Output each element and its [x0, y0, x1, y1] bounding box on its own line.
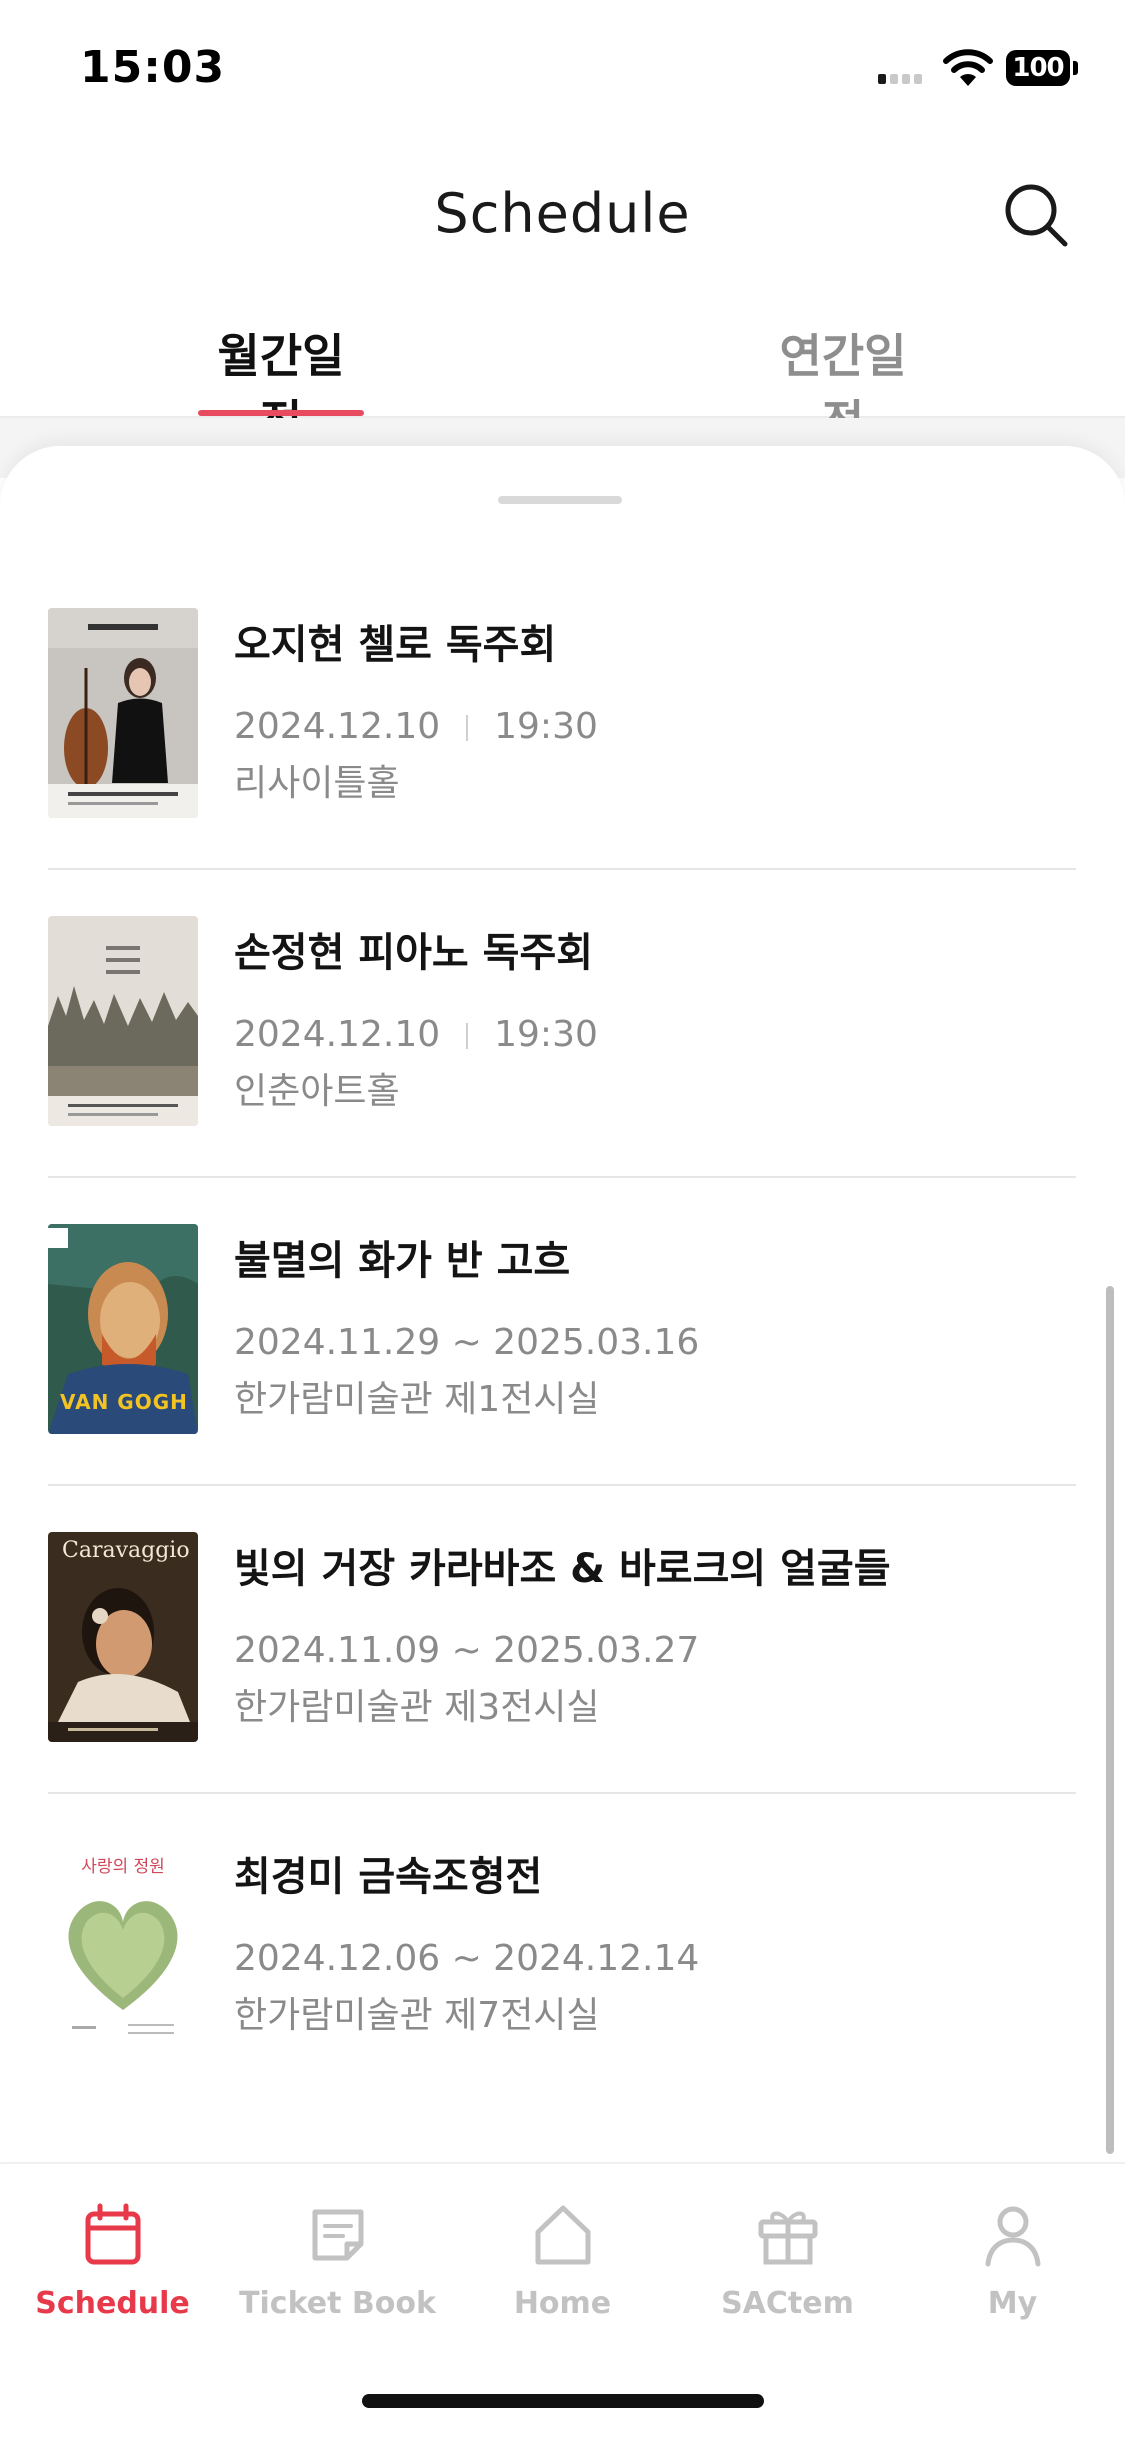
active-tab-indicator	[198, 410, 364, 416]
ticket-book-icon	[312, 2209, 363, 2261]
item-date: 2024.11.29 ~ 2025.03.16	[234, 1322, 700, 1363]
list-item[interactable]: 사랑의 정원 최경미 금속조형전 2024.12.06 ~ 2024.12.14…	[48, 1792, 1076, 2100]
cello-recital-poster	[48, 608, 198, 818]
item-venue: 한가람미술관 제7전시실	[234, 1995, 600, 2036]
status-bar: 15:03 100	[0, 0, 1125, 140]
status-time: 15:03	[80, 42, 226, 93]
nav-label: My	[987, 2286, 1038, 2321]
item-title: 빛의 거장 카라바조 & 바로크의 얼굴들	[234, 1546, 891, 1592]
list-item[interactable]: 손정현 피아노 독주회 2024.12.10 19:30 인춘아트홀	[48, 868, 1076, 1178]
list-item[interactable]: Caravaggio 빛의 거장 카라바조 & 바로크의 얼굴들 2024.11…	[48, 1484, 1076, 1794]
poster-title: 사랑의 정원	[81, 1857, 165, 1877]
date-time-divider	[466, 1023, 469, 1049]
item-date-text: 2024.12.10	[234, 1014, 441, 1055]
page-title: Schedule	[434, 182, 691, 245]
nav-schedule[interactable]: Schedule	[0, 2200, 225, 2321]
item-venue: 한가람미술관 제3전시실	[234, 1687, 600, 1728]
item-time: 19:30	[494, 1014, 598, 1055]
item-title: 불멸의 화가 반 고흐	[234, 1238, 571, 1284]
item-date-text: 2024.12.10	[234, 706, 441, 747]
nav-label: SACtem	[721, 2286, 854, 2321]
gift-icon	[758, 2211, 817, 2265]
home-indicator	[362, 2394, 764, 2408]
nav-my[interactable]: My	[900, 2200, 1125, 2321]
nav-home[interactable]: Home	[450, 2200, 675, 2321]
item-title: 손정현 피아노 독주회	[234, 930, 594, 976]
item-date: 2024.11.09 ~ 2025.03.27	[234, 1630, 700, 1671]
nav-ticket-book[interactable]: Ticket Book	[225, 2200, 450, 2321]
scrollbar[interactable]	[1106, 1286, 1114, 2154]
item-title: 최경미 금속조형전	[234, 1854, 543, 1900]
item-title: 오지현 첼로 독주회	[234, 622, 557, 668]
date-time-divider	[466, 715, 469, 741]
item-date: 2024.12.10 19:30	[234, 1014, 598, 1055]
piano-recital-poster	[48, 916, 198, 1126]
search-icon[interactable]	[1003, 182, 1069, 248]
person-icon	[985, 2206, 1040, 2267]
nav-label: Home	[513, 2286, 612, 2321]
item-venue: 리사이틀홀	[234, 763, 400, 804]
item-venue: 한가람미술관 제1전시실	[234, 1379, 600, 1420]
tab-yearly[interactable]: 연간일정	[760, 320, 926, 449]
poster-title: VAN GOGH	[60, 1390, 188, 1414]
item-venue: 인춘아트홀	[234, 1071, 400, 1112]
cellular-signal-icon	[878, 62, 932, 84]
caravaggio-poster	[48, 1532, 198, 1742]
sheet-drag-handle[interactable]	[498, 496, 622, 504]
tab-monthly[interactable]: 월간일정	[198, 320, 364, 449]
item-time: 19:30	[494, 706, 598, 747]
item-date: 2024.12.10 19:30	[234, 706, 598, 747]
calendar-icon	[85, 2203, 140, 2265]
wifi-icon	[943, 49, 993, 86]
home-icon	[535, 2205, 590, 2265]
nav-label: Schedule	[35, 2286, 190, 2321]
battery-level: 100	[1006, 50, 1070, 86]
nav-sactem[interactable]: SACtem	[675, 2200, 900, 2321]
nav-label: Ticket Book	[239, 2286, 436, 2321]
battery-icon: 100	[1006, 50, 1078, 86]
list-item[interactable]: VAN GOGH 불멸의 화가 반 고흐 2024.11.29 ~ 2025.0…	[48, 1176, 1076, 1486]
poster-title: Caravaggio	[62, 1538, 190, 1563]
item-date: 2024.12.06 ~ 2024.12.14	[234, 1938, 700, 1979]
list-item[interactable]: 오지현 첼로 독주회 2024.12.10 19:30 리사이틀홀	[48, 560, 1076, 870]
schedule-tabs: 월간일정 연간일정	[0, 300, 1125, 449]
